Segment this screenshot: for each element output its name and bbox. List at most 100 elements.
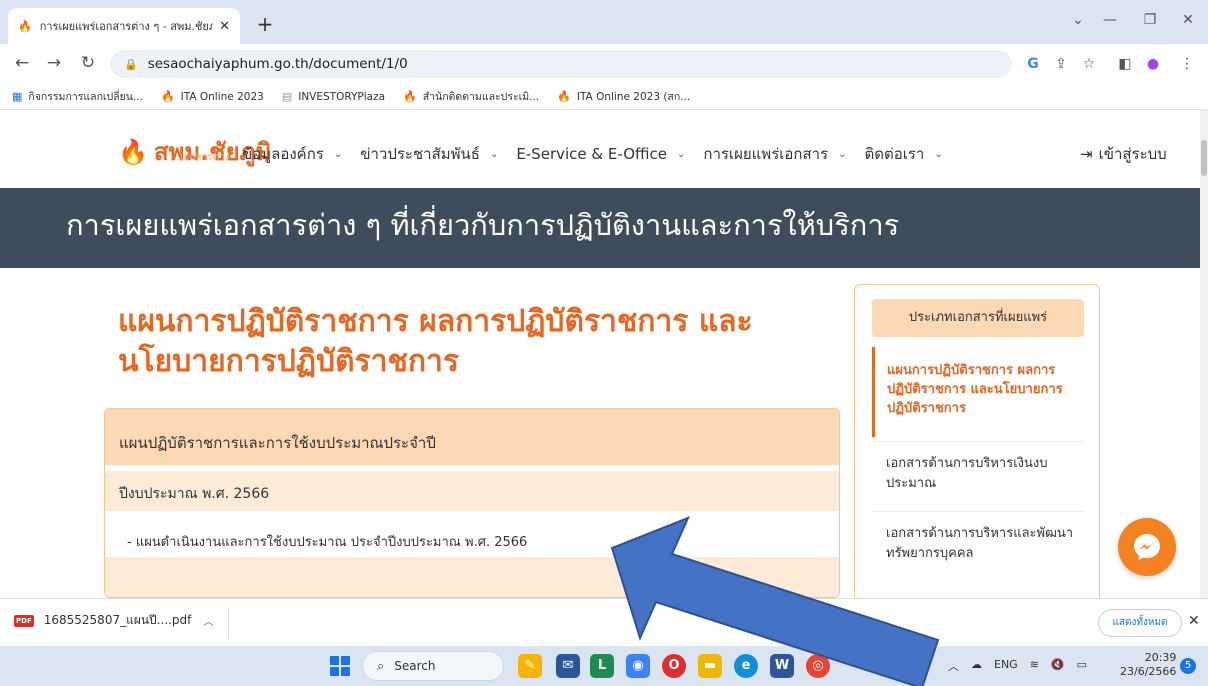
address-bar[interactable]: 🔒 sesaochaiyaphum.go.th/document/1/0	[110, 50, 1012, 78]
app-circle-icon[interactable]: ◉	[626, 654, 650, 678]
bookmark-item[interactable]: 🔥 ITA Online 2023	[161, 90, 264, 103]
widgets-icon[interactable]: ✎	[518, 654, 542, 678]
sidebar-header: ประเภทเอกสารที่เผยแพร่	[872, 299, 1084, 337]
site-navbar: 🔥 สพม.ชัยภูมิ เอกสารต่าง ข้อมูลองค์กร ⌄ ข…	[0, 110, 1200, 188]
system-clock[interactable]: 20:39 23/6/2566	[1120, 651, 1176, 679]
minimize-button[interactable]: —	[1090, 8, 1130, 34]
close-tab-icon[interactable]: ✕	[219, 19, 230, 34]
web-page: 🔥 สพม.ชัยภูมิ เอกสารต่าง ข้อมูลองค์กร ⌄ ข…	[0, 110, 1200, 598]
messenger-icon	[1134, 534, 1160, 560]
menu-item-contact[interactable]: ติดต่อเรา ⌄	[865, 142, 943, 166]
taskbar-search[interactable]: ⌕ Search	[362, 651, 504, 681]
bookmark-item[interactable]: ▤ INVESTORYPlaza	[282, 90, 385, 103]
mail-icon[interactable]: ✉	[556, 654, 580, 678]
back-button[interactable]: ←	[10, 52, 34, 76]
site-favicon-icon: 🔥	[18, 19, 32, 33]
onedrive-icon[interactable]: ☁	[971, 658, 982, 674]
login-icon: ⇥	[1080, 145, 1093, 163]
download-separator	[228, 607, 229, 639]
search-icon: ⌕	[377, 658, 385, 674]
word-icon[interactable]: W	[770, 654, 794, 678]
close-window-button[interactable]: ✕	[1168, 8, 1208, 34]
volume-muted-icon[interactable]: 🔇	[1051, 658, 1065, 674]
google-translate-icon[interactable]: G	[1022, 54, 1044, 74]
page-title: แผนการปฏิบัติราชการ ผลการปฏิบัติราชการ แ…	[118, 304, 753, 379]
reload-button[interactable]: ↻	[76, 52, 100, 76]
page-scrollbar[interactable]	[1200, 110, 1208, 598]
browser-toolbar: ← → ↻ 🔒 sesaochaiyaphum.go.th/document/1…	[0, 44, 1208, 84]
calendar-icon: ▦	[12, 90, 23, 103]
banner-title: การเผยแพร่เอกสารต่าง ๆ ที่เกี่ยวกับการปฏ…	[66, 208, 900, 242]
scrollbar-thumb[interactable]	[1201, 140, 1207, 176]
logo-emblem-icon: 🔥	[118, 137, 148, 166]
windows-start-icon[interactable]	[330, 656, 350, 676]
site-favicon-icon: 🔥	[160, 90, 175, 103]
bookmark-star-icon[interactable]: ☆	[1078, 54, 1100, 74]
wifi-icon[interactable]: ≋	[1030, 658, 1039, 674]
fiscal-year-row[interactable]: ปีงบประมาณ พ.ศ. 2566	[105, 471, 839, 511]
restore-button[interactable]: ❐	[1130, 8, 1170, 34]
share-icon[interactable]: ⇪	[1050, 54, 1072, 74]
chevron-up-icon[interactable]: ︿	[203, 613, 213, 628]
sidebar-item-budget[interactable]: เอกสารด้านการบริหารเงินงบประมาณ	[872, 441, 1084, 511]
login-link[interactable]: ⇥ เข้าสู่ระบบ	[1080, 142, 1167, 166]
sidebar-item-active[interactable]: แผนการปฏิบัติราชการ ผลการปฏิบัติราชการ แ…	[872, 347, 1084, 437]
chevron-down-icon: ⌄	[676, 148, 686, 160]
sidebar-item-hr[interactable]: เอกสารด้านการบริหารและพัฒนาทรัพยากรบุคคล	[872, 511, 1084, 581]
menu-kebab-icon[interactable]: ⋮	[1176, 54, 1198, 74]
battery-icon[interactable]: ▭	[1077, 658, 1087, 674]
menu-item-documents[interactable]: การเผยแพร่เอกสาร ⌄	[703, 142, 846, 166]
clock-time: 20:39	[1144, 651, 1177, 664]
lock-icon: 🔒	[124, 57, 138, 71]
chevron-down-icon: ⌄	[838, 148, 847, 160]
download-file-name: 1685525807_แผนปี....pdf	[43, 613, 192, 627]
input-language[interactable]: ENG	[994, 658, 1018, 674]
panel-header[interactable]: แผนปฏิบัติราชการและการใช้งบประมาณประจำปี	[105, 409, 839, 465]
tray-chevron-up-icon[interactable]: ︿	[948, 658, 959, 674]
search-placeholder: Search	[394, 659, 436, 673]
next-section-row[interactable]	[105, 557, 839, 597]
menu-item-eservice[interactable]: E-Service & E-Office ⌄	[516, 142, 685, 166]
messenger-chat-button[interactable]	[1118, 518, 1176, 576]
profile-avatar-icon[interactable]: ●	[1142, 54, 1164, 74]
windows-taskbar: ⌕ Search ✎ ✉ L ◉ O ▬ e W ◎ ︿ ☁ ENG ≋ 🔇 ▭…	[0, 646, 1208, 686]
site-favicon-icon: 🔥	[403, 90, 417, 103]
tab-title: การเผยแพร่เอกสารต่าง ๆ - สพม.ชัยภ	[39, 20, 214, 33]
show-all-downloads-button[interactable]: แสดงทั้งหมด	[1098, 609, 1182, 637]
page-banner: การเผยแพร่เอกสารต่าง ๆ ที่เกี่ยวกับการปฏ…	[0, 188, 1200, 268]
download-bar: PDF 1685525807_แผนปี....pdf ︿ แสดงทั้งหม…	[0, 598, 1208, 646]
system-tray: ︿ ☁ ENG ≋ 🔇 ▭	[948, 658, 1099, 674]
app-l-icon[interactable]: L	[590, 654, 614, 678]
menu-item-organization[interactable]: ข้อมูลองค์กร ⌄	[242, 142, 342, 166]
chevron-down-icon: ⌄	[333, 148, 343, 160]
site-favicon-icon: 🔥	[557, 90, 571, 103]
main-menu: ข้อมูลองค์กร ⌄ ข่าวประชาสัมพันธ์ ⌄ E-Servi…	[242, 142, 961, 166]
document-panel: แผนปฏิบัติราชการและการใช้งบประมาณประจำปี…	[104, 408, 840, 598]
document-link[interactable]: - แผนดำเนินงานและการใช้งบประมาณ ประจำปีง…	[105, 511, 839, 557]
logo-subtext: เอกสารต่าง	[180, 152, 230, 163]
edge-icon[interactable]: e	[734, 654, 758, 678]
document-icon: ▤	[281, 90, 293, 103]
file-explorer-icon[interactable]: ▬	[698, 654, 722, 678]
bookmark-item[interactable]: ▦ กิจกรรมการแลกเปลี่ยน...	[12, 88, 143, 105]
clock-date: 23/6/2566	[1120, 665, 1177, 678]
chevron-down-icon: ⌄	[489, 148, 499, 160]
url-text: sesaochaiyaphum.go.th/document/1/0	[147, 56, 408, 72]
browser-tab[interactable]: 🔥 การเผยแพร่เอกสารต่าง ๆ - สพม.ชัยภ ✕	[8, 8, 240, 44]
download-item[interactable]: PDF 1685525807_แผนปี....pdf ︿	[14, 611, 213, 630]
pdf-file-icon: PDF	[14, 614, 34, 627]
bookmark-item[interactable]: 🔥 ITA Online 2023 (สก...	[557, 88, 690, 105]
tab-strip: 🔥 การเผยแพร่เอกสารต่าง ๆ - สพม.ชัยภ ✕ + …	[0, 0, 1208, 44]
notification-badge[interactable]: 5	[1180, 658, 1196, 674]
bookmarks-bar: ▦ กิจกรรมการแลกเปลี่ยน... 🔥 ITA Online 2…	[0, 84, 1208, 110]
chevron-down-icon: ⌄	[934, 148, 943, 160]
new-tab-button[interactable]: +	[252, 12, 278, 38]
close-download-bar-icon[interactable]: ✕	[1188, 613, 1200, 629]
chrome-icon[interactable]: ◎	[806, 654, 830, 678]
forward-button[interactable]: →	[42, 52, 66, 76]
opera-icon[interactable]: O	[662, 654, 686, 678]
document-type-sidebar: ประเภทเอกสารที่เผยแพร่ แผนการปฏิบัติราชก…	[854, 284, 1100, 598]
bookmark-item[interactable]: 🔥 สำนักติดตามและประเมิ...	[403, 88, 539, 105]
menu-item-news[interactable]: ข่าวประชาสัมพันธ์ ⌄	[360, 142, 498, 166]
side-panel-icon[interactable]: ◧	[1114, 54, 1136, 74]
